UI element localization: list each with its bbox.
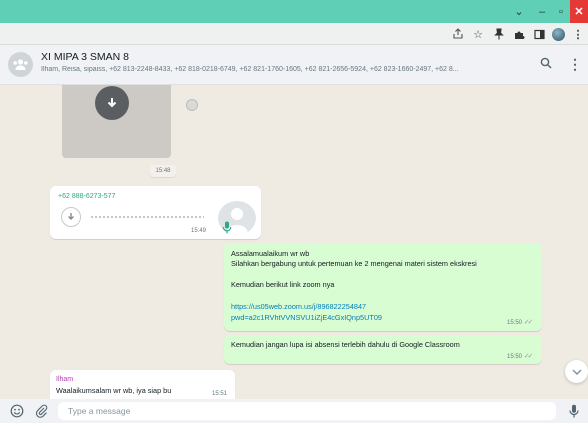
message-list[interactable]: 15:48 +62 888-6273-577 15:49 Assalamuala…	[0, 85, 588, 399]
audio-waveform[interactable]	[91, 216, 204, 218]
image-timestamp: 15:48	[150, 165, 176, 177]
group-avatar[interactable]	[8, 52, 33, 77]
extensions-icon[interactable]	[511, 26, 527, 42]
image-message[interactable]	[62, 85, 171, 158]
composer	[0, 399, 588, 423]
profile-icon[interactable]	[550, 26, 566, 42]
emoji-react-icon[interactable]	[186, 99, 198, 111]
more-icon[interactable]: ⋮	[570, 26, 586, 42]
read-ticks-icon: ✓✓	[523, 319, 534, 326]
browser-toolbar: ☆ ⋮	[0, 23, 588, 45]
close-button[interactable]: ✕	[570, 0, 588, 23]
message-text-line: Silahkan bergabung untuk pertemuan ke 2 …	[231, 259, 477, 268]
menu-icon[interactable]: ⋮	[568, 56, 582, 73]
share-icon[interactable]	[450, 26, 466, 42]
message-sender[interactable]: +62 888-6273-577	[58, 193, 115, 200]
message-time: 15:50 ✓✓	[507, 319, 534, 326]
zoom-link[interactable]: pwd=a2c1RVhtVVNSVU1iZjE4cGxIQnp5UT09	[231, 313, 382, 322]
message-input[interactable]	[58, 402, 556, 420]
incoming-message[interactable]: Ilham Waalaikumsalam wr wb, iya siap bu …	[50, 370, 235, 399]
message-time: 15:50 ✓✓	[507, 353, 534, 360]
message-text-line: Assalamualaikum wr wb	[231, 249, 310, 258]
scroll-down-button[interactable]	[565, 360, 588, 383]
maximize-button[interactable]: ▫	[552, 0, 570, 23]
message-time: 15:49	[191, 228, 207, 234]
mic-icon	[222, 221, 232, 234]
mic-button-icon[interactable]	[566, 403, 582, 419]
chat-title: XI MIPA 3 SMAN 8	[41, 51, 129, 63]
download-audio-icon[interactable]	[61, 207, 81, 227]
chat-header[interactable]: XI MIPA 3 SMAN 8 Ilham, Reisa, sipaiss, …	[0, 45, 588, 85]
message-text: Waalaikumsalam wr wb, iya siap bu	[56, 386, 172, 395]
outgoing-message[interactable]: Assalamualaikum wr wb Silahkan bergabung…	[224, 243, 542, 331]
read-ticks-icon: ✓✓	[523, 353, 534, 360]
chat-participants: Ilham, Reisa, sipaiss, +62 813-2248-8433…	[41, 66, 459, 73]
voice-message[interactable]: +62 888-6273-577 15:49	[50, 186, 261, 239]
star-icon[interactable]: ☆	[470, 26, 486, 42]
outgoing-message[interactable]: Kemudian jangan lupa isi absensi terlebi…	[224, 335, 542, 364]
message-text-line: Kemudian berikut link zoom nya	[231, 280, 335, 289]
minimize-button[interactable]: –	[533, 0, 551, 23]
search-icon[interactable]	[540, 57, 552, 72]
zoom-link[interactable]: https://us05web.zoom.us/j/896822254847	[231, 302, 366, 311]
message-time: 15:51	[212, 391, 228, 397]
pin-icon[interactable]	[491, 26, 507, 42]
message-text: Kemudian jangan lupa isi absensi terlebi…	[231, 340, 460, 349]
message-sender[interactable]: Ilham	[56, 376, 73, 383]
tab-search-icon[interactable]: ⌄	[510, 0, 528, 23]
emoji-icon[interactable]	[9, 403, 25, 419]
attach-icon[interactable]	[33, 403, 49, 419]
browser-titlebar: ⌄ – ▫ ✕	[0, 0, 588, 23]
sidebar-icon[interactable]	[531, 26, 547, 42]
download-icon[interactable]	[95, 86, 129, 120]
